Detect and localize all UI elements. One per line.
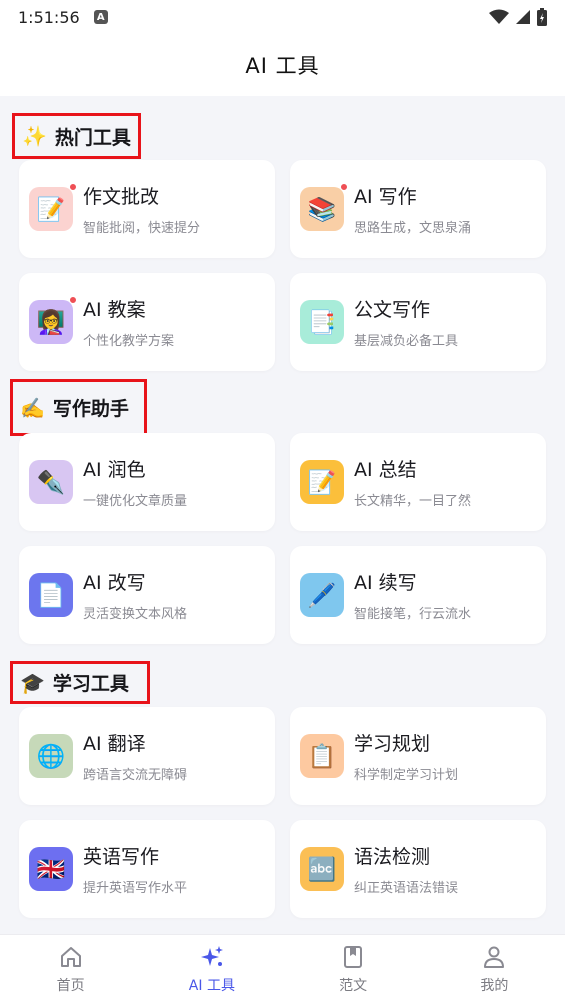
card-title: 学习规划 bbox=[354, 733, 431, 755]
app-header: AI 工具 bbox=[0, 34, 565, 96]
tool-card-grammar-check[interactable]: 🔤 语法检测纠正英语语法错误 bbox=[290, 820, 546, 918]
new-badge-dot bbox=[340, 183, 348, 191]
tool-card-ai-translate[interactable]: 🌐 AI 翻译跨语言交流无障碍 bbox=[19, 707, 275, 805]
section-title-study-tools: 🎓 学习工具 bbox=[10, 661, 150, 704]
tool-card-ai-polish[interactable]: ✒️ AI 润色一键优化文章质量 bbox=[19, 433, 275, 531]
page-icon: 📄 bbox=[29, 573, 73, 617]
person-icon bbox=[484, 946, 505, 968]
card-title: AI 改写 bbox=[83, 572, 146, 594]
card-subtitle: 提升英语写作水平 bbox=[83, 881, 188, 896]
card-subtitle: 个性化教学方案 bbox=[83, 334, 175, 349]
card-title: 英语写作 bbox=[83, 846, 160, 868]
card-title: AI 续写 bbox=[354, 572, 417, 594]
card-title: 语法检测 bbox=[354, 846, 431, 868]
memo-icon: 📝 bbox=[29, 183, 77, 231]
writing-hand-icon: ✍️ bbox=[20, 395, 45, 420]
wifi-icon bbox=[489, 9, 509, 24]
document-icon: 📑 bbox=[300, 300, 344, 344]
tool-card-ai-continue[interactable]: 🖊️ AI 续写智能接笔，行云流水 bbox=[290, 546, 546, 644]
tool-card-study-plan[interactable]: 📋 学习规划科学制定学习计划 bbox=[290, 707, 546, 805]
uk-flag-icon: 🇬🇧 bbox=[29, 847, 73, 891]
home-icon bbox=[60, 946, 81, 967]
card-subtitle: 灵活变换文本风格 bbox=[83, 607, 188, 622]
card-subtitle: 长文精华，一目了然 bbox=[354, 494, 472, 509]
page-title: AI 工具 bbox=[245, 54, 320, 78]
card-subtitle: 跨语言交流无障碍 bbox=[83, 768, 188, 783]
card-subtitle: 纠正英语语法错误 bbox=[354, 881, 459, 896]
tool-card-ai-writing[interactable]: 📚 AI 写作思路生成，文思泉涌 bbox=[290, 160, 546, 258]
section-title-writing-assistant: ✍️ 写作助手 bbox=[10, 379, 147, 436]
card-subtitle: 一键优化文章质量 bbox=[83, 494, 188, 509]
card-subtitle: 科学制定学习计划 bbox=[354, 768, 459, 783]
status-bar: 1:51:56 A bbox=[0, 0, 565, 34]
tool-card-ai-lesson-plan[interactable]: 👩‍🏫 AI 教案个性化教学方案 bbox=[19, 273, 275, 371]
tool-card-official-writing[interactable]: 📑 公文写作基层减负必备工具 bbox=[290, 273, 546, 371]
card-subtitle: 基层减负必备工具 bbox=[354, 334, 459, 349]
card-title: 作文批改 bbox=[83, 186, 160, 208]
new-badge-dot bbox=[69, 296, 77, 304]
section-label: 学习工具 bbox=[52, 673, 129, 695]
card-title: AI 润色 bbox=[83, 459, 146, 481]
globe-icon: 🌐 bbox=[29, 734, 73, 778]
tool-card-ai-summary[interactable]: 📝 AI 总结长文精华，一目了然 bbox=[290, 433, 546, 531]
teacher-icon: 👩‍🏫 bbox=[29, 296, 77, 344]
card-subtitle: 智能接笔，行云流水 bbox=[354, 607, 472, 622]
status-time: 1:51:56 bbox=[18, 7, 80, 27]
nav-label: 首页 bbox=[56, 977, 85, 994]
new-badge-dot bbox=[69, 183, 77, 191]
nav-label: AI 工具 bbox=[188, 977, 235, 994]
tool-card-ai-rewrite[interactable]: 📄 AI 改写灵活变换文本风格 bbox=[19, 546, 275, 644]
tool-card-essay-correction[interactable]: 📝 作文批改智能批阅，快速提分 bbox=[19, 160, 275, 258]
abc-icon: 🔤 bbox=[300, 847, 344, 891]
battery-icon bbox=[537, 8, 547, 26]
nav-item-ai-tools[interactable]: AI 工具 bbox=[141, 935, 282, 1004]
signal-icon bbox=[516, 10, 530, 24]
card-title: AI 教案 bbox=[83, 299, 146, 321]
nav-label: 范文 bbox=[339, 977, 368, 994]
fountain-pen-icon: ✒️ bbox=[29, 460, 73, 504]
card-subtitle: 智能批阅，快速提分 bbox=[83, 221, 201, 236]
card-title: AI 总结 bbox=[354, 459, 417, 481]
clipboard-icon: 📋 bbox=[300, 734, 344, 778]
pen-icon: 🖊️ bbox=[300, 573, 344, 617]
section-label: 热门工具 bbox=[54, 126, 131, 149]
notification-a-icon: A bbox=[93, 10, 108, 24]
card-title: 公文写作 bbox=[354, 299, 431, 321]
tool-card-english-writing[interactable]: 🇬🇧 英语写作提升英语写作水平 bbox=[19, 820, 275, 918]
books-icon: 📚 bbox=[300, 183, 348, 231]
card-title: AI 写作 bbox=[354, 186, 417, 208]
memo-icon: 📝 bbox=[300, 460, 344, 504]
bookmark-book-icon bbox=[344, 945, 363, 968]
section-title-hot-tools: ✨ 热门工具 bbox=[12, 113, 141, 159]
nav-item-sample-essays[interactable]: 范文 bbox=[283, 935, 424, 1004]
nav-item-profile[interactable]: 我的 bbox=[424, 935, 565, 1004]
card-subtitle: 思路生成，文思泉涌 bbox=[354, 221, 472, 236]
bottom-nav: 首页 AI 工具 范文 我的 bbox=[0, 934, 565, 1004]
card-title: AI 翻译 bbox=[83, 733, 146, 755]
nav-item-home[interactable]: 首页 bbox=[0, 935, 141, 1004]
graduation-cap-icon: 🎓 bbox=[20, 670, 45, 695]
sparkle-icon: ✨ bbox=[22, 124, 47, 148]
nav-label: 我的 bbox=[480, 977, 509, 994]
ai-sparkle-icon bbox=[200, 945, 223, 966]
status-icons bbox=[489, 8, 547, 26]
section-label: 写作助手 bbox=[52, 398, 129, 420]
